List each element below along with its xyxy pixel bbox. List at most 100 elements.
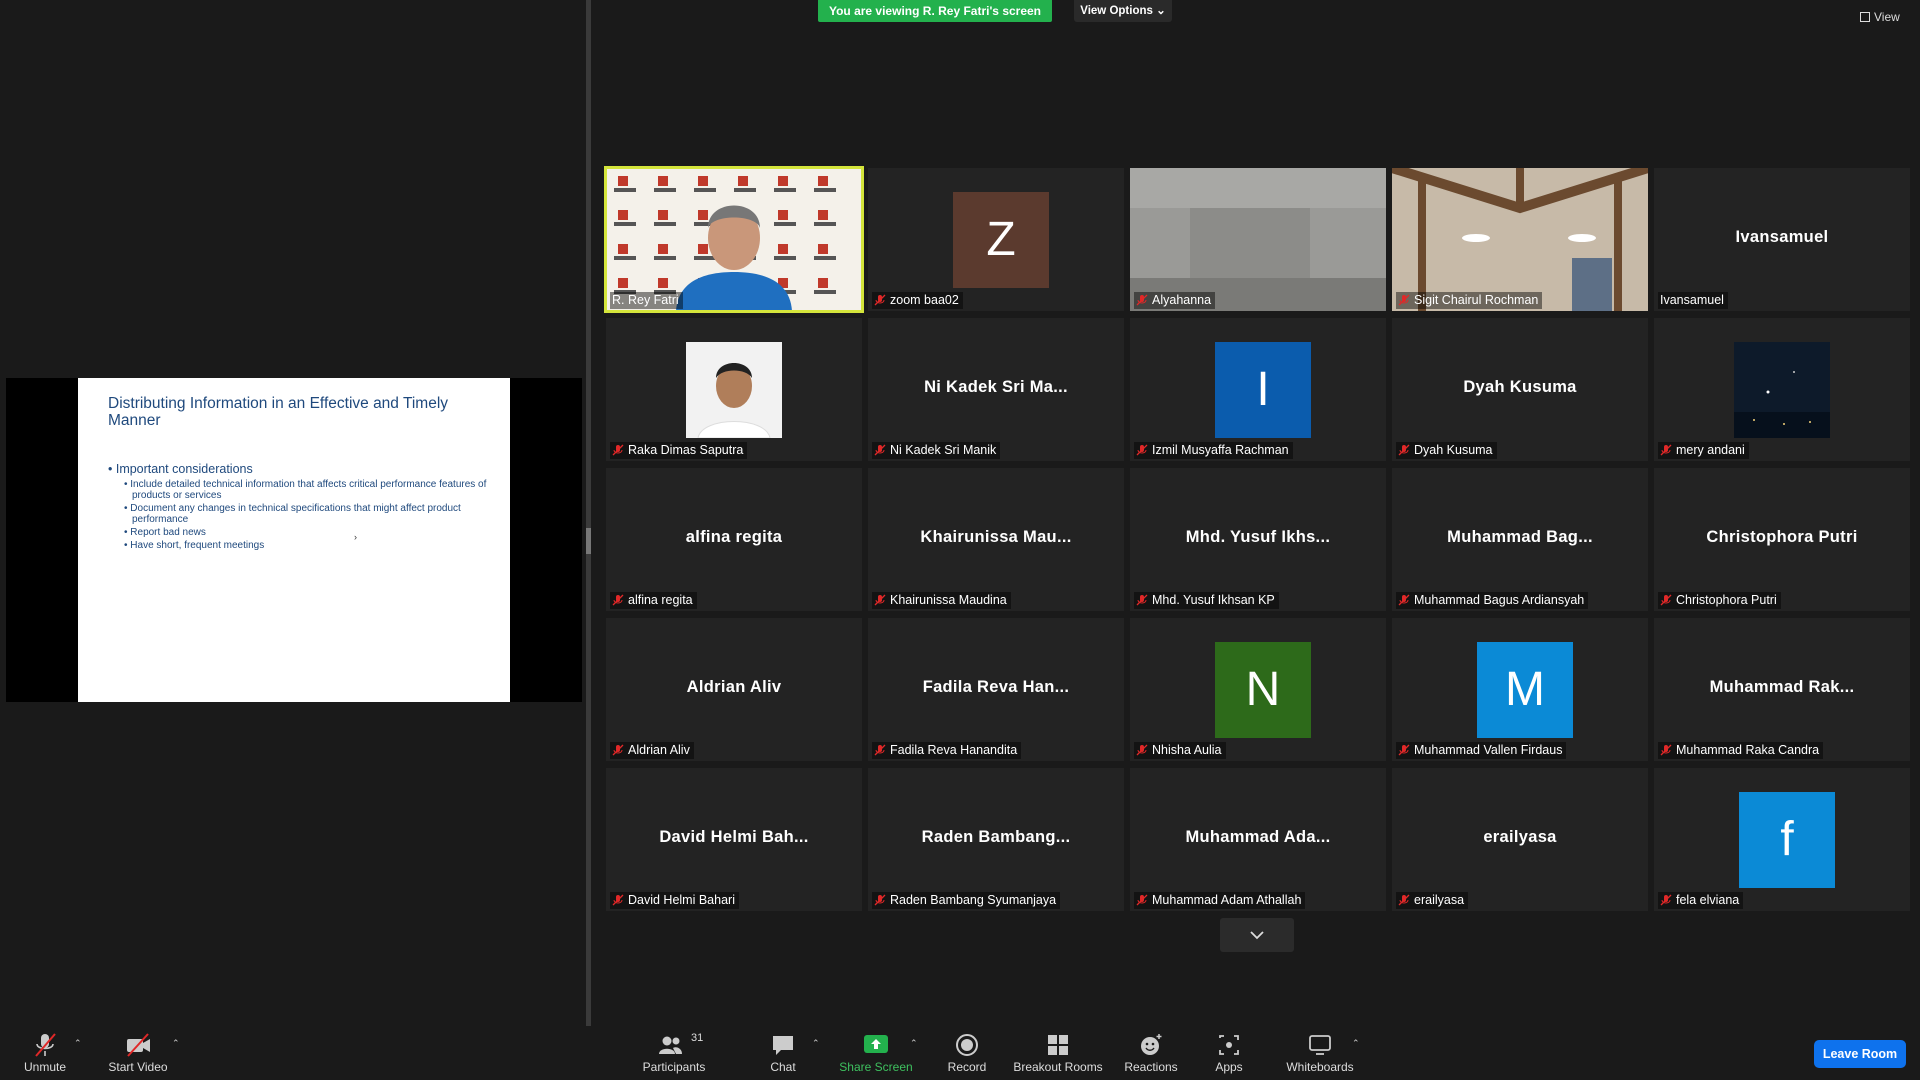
participant-name-label: mery andani — [1658, 442, 1749, 459]
participant-name: zoom baa02 — [890, 293, 959, 307]
slide-sub-bullet: • Report bad news — [124, 527, 206, 538]
participant-avatar: N — [1215, 642, 1311, 738]
participant-tile[interactable]: Khairunissa Mau... Khairunissa Maudina — [868, 468, 1124, 611]
slide-sub-bullet: • Include detailed technical information… — [124, 479, 487, 501]
participant-name: Muhammad Vallen Firdaus — [1414, 743, 1563, 757]
participants-button[interactable]: 31 Participants — [636, 1026, 712, 1080]
presentation-slide: Distributing Information in an Effective… — [78, 378, 510, 702]
participant-tile[interactable]: Alyahanna — [1130, 168, 1386, 311]
participant-name: R. Rey Fatri — [612, 293, 679, 307]
participant-name: alfina regita — [628, 593, 693, 607]
muted-mic-icon — [1398, 294, 1410, 306]
participant-name-label: Dyah Kusuma — [1396, 442, 1497, 459]
participant-tile[interactable]: Muhammad Bag... Muhammad Bagus Ardiansyah — [1392, 468, 1648, 611]
whiteboards-button[interactable]: Whiteboards — [1280, 1026, 1360, 1080]
participant-name: Muhammad Bagus Ardiansyah — [1414, 593, 1585, 607]
leave-room-button[interactable]: Leave Room — [1814, 1040, 1906, 1068]
participant-tile[interactable]: David Helmi Bah... David Helmi Bahari — [606, 768, 862, 911]
muted-mic-icon — [1136, 294, 1148, 306]
participant-name-label: Christophora Putri — [1658, 592, 1781, 609]
slide-bullet: • Important considerations — [108, 462, 253, 476]
chevron-down-icon: ⌄ — [1156, 5, 1166, 17]
next-page-button[interactable] — [1220, 918, 1294, 952]
participant-display-name: Mhd. Yusuf Ikhs... — [1185, 528, 1331, 546]
participant-name: Muhammad Adam Athallah — [1152, 893, 1302, 907]
share-screen-button[interactable]: Share Screen — [836, 1026, 916, 1080]
muted-mic-icon — [874, 744, 886, 756]
participant-name: Mhd. Yusuf Ikhsan KP — [1152, 593, 1275, 607]
participant-display-name: alfina regita — [685, 528, 783, 546]
apps-button[interactable]: Apps — [1204, 1026, 1254, 1080]
muted-mic-icon — [1660, 744, 1672, 756]
participant-name-label: Muhammad Bagus Ardiansyah — [1396, 592, 1589, 609]
view-button[interactable]: View — [1860, 10, 1900, 24]
splitter-handle[interactable] — [586, 528, 591, 554]
participant-name: Raka Dimas Saputra — [628, 443, 744, 457]
participant-name: mery andani — [1676, 443, 1745, 457]
participant-tile[interactable]: f fela elviana — [1654, 768, 1910, 911]
participant-name: David Helmi Bahari — [628, 893, 735, 907]
participant-avatar: I — [1215, 342, 1311, 438]
panel-splitter[interactable] — [586, 0, 591, 1026]
participant-tile[interactable]: Muhammad Rak... Muhammad Raka Candra — [1654, 618, 1910, 761]
participant-tile[interactable]: Raden Bambang... Raden Bambang Syumanjaya — [868, 768, 1124, 911]
whiteboard-icon — [1309, 1035, 1331, 1055]
participant-tile[interactable]: Fadila Reva Han... Fadila Reva Hanandita — [868, 618, 1124, 761]
participant-tile[interactable]: Mhd. Yusuf Ikhs... Mhd. Yusuf Ikhsan KP — [1130, 468, 1386, 611]
participant-name: fela elviana — [1676, 893, 1740, 907]
participant-name-label: alfina regita — [610, 592, 697, 609]
participant-display-name: Ni Kadek Sri Ma... — [924, 378, 1068, 396]
participant-tile[interactable]: erailyasa erailyasa — [1392, 768, 1648, 911]
participant-tile[interactable]: Sigit Chairul Rochman — [1392, 168, 1648, 311]
participant-avatar: M — [1477, 642, 1573, 738]
muted-mic-icon — [612, 594, 624, 606]
start-video-button[interactable]: Start Video — [102, 1026, 174, 1080]
reactions-button[interactable]: Reactions — [1118, 1026, 1184, 1080]
participant-display-name: Ivansamuel — [1735, 228, 1829, 246]
participant-tile[interactable]: Aldrian Aliv Aldrian Aliv — [606, 618, 862, 761]
participant-tile[interactable]: Raka Dimas Saputra — [606, 318, 862, 461]
chat-button[interactable]: Chat — [758, 1026, 808, 1080]
breakout-rooms-button[interactable]: Breakout Rooms — [1010, 1026, 1106, 1080]
chat-options-caret-icon[interactable]: ⌃ — [812, 1038, 820, 1049]
participant-tile[interactable]: I Izmil Musyaffa Rachman — [1130, 318, 1386, 461]
participant-photo — [1734, 342, 1830, 438]
participant-name-label: Alyahanna — [1134, 292, 1216, 309]
record-button[interactable]: Record — [936, 1026, 998, 1080]
participants-icon — [659, 1036, 682, 1054]
muted-mic-icon — [1660, 894, 1672, 906]
participant-tile[interactable]: Dyah Kusuma Dyah Kusuma — [1392, 318, 1648, 461]
viewing-screen-banner: You are viewing R. Rey Fatri's screen — [818, 0, 1052, 22]
participant-name: Sigit Chairul Rochman — [1414, 293, 1539, 307]
view-options-button[interactable]: View Options ⌄ — [1074, 0, 1172, 22]
participant-name-label: Raka Dimas Saputra — [610, 442, 748, 459]
participant-tile[interactable]: M Muhammad Vallen Firdaus — [1392, 618, 1648, 761]
slide-sub-bullet: • Document any changes in technical spec… — [124, 503, 461, 525]
participant-name-label: David Helmi Bahari — [610, 892, 739, 909]
participant-name-label: Aldrian Aliv — [610, 742, 694, 759]
participant-tile[interactable]: Muhammad Ada... Muhammad Adam Athallah — [1130, 768, 1386, 911]
video-off-icon — [127, 1033, 150, 1057]
participant-name: Aldrian Aliv — [628, 743, 690, 757]
participant-name-label: Muhammad Adam Athallah — [1134, 892, 1306, 909]
participant-tile[interactable]: Ivansamuel Ivansamuel — [1654, 168, 1910, 311]
chevron-down-icon — [1250, 931, 1264, 940]
participant-tile[interactable]: N Nhisha Aulia — [1130, 618, 1386, 761]
participant-tile[interactable]: mery andani — [1654, 318, 1910, 461]
muted-mic-icon — [1136, 744, 1148, 756]
video-options-caret-icon[interactable]: ⌃ — [172, 1038, 180, 1049]
participant-name-label: Raden Bambang Syumanjaya — [872, 892, 1061, 909]
participant-name-label: Nhisha Aulia — [1134, 742, 1226, 759]
participant-tile[interactable]: Christophora Putri Christophora Putri — [1654, 468, 1910, 611]
participant-tile[interactable]: R. Rey Fatri — [604, 166, 864, 313]
share-options-caret-icon[interactable]: ⌃ — [910, 1038, 918, 1049]
audio-options-caret-icon[interactable]: ⌃ — [74, 1038, 82, 1049]
participant-tile[interactable]: alfina regita alfina regita — [606, 468, 862, 611]
participant-name: Nhisha Aulia — [1152, 743, 1222, 757]
participant-tile[interactable]: Ni Kadek Sri Ma... Ni Kadek Sri Manik — [868, 318, 1124, 461]
unmute-button[interactable]: Unmute — [14, 1026, 76, 1080]
whiteboard-options-caret-icon[interactable]: ⌃ — [1352, 1038, 1360, 1049]
participant-display-name: Muhammad Rak... — [1709, 678, 1855, 696]
shared-screen-content[interactable]: Distributing Information in an Effective… — [6, 378, 582, 702]
participant-tile[interactable]: Zzoom baa02 — [868, 168, 1124, 311]
